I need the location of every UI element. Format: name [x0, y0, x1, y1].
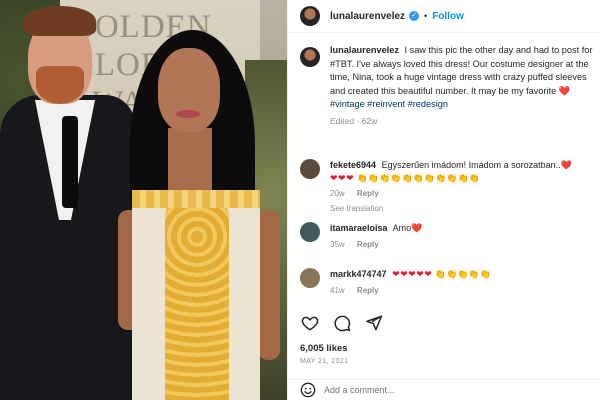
add-comment-bar [288, 379, 600, 400]
comment-item: markk474747 ❤❤❤❤❤ 👏👏👏👏👏 41w Reply [300, 268, 600, 297]
likes-count[interactable]: 6,005 likes [300, 343, 348, 354]
comment-username[interactable]: itamaraeloisa [330, 223, 388, 233]
post-side-pane: lunalaurenvelez ✓ • Follow lunalaurenvel… [287, 0, 600, 400]
caption-avatar[interactable] [300, 47, 320, 67]
reply-button[interactable]: Reply [357, 189, 379, 198]
comment-body: itamaraeloisa Amo❤️ 35w Reply [330, 222, 600, 251]
comment-text: Amo❤️ [392, 223, 423, 233]
reply-button[interactable]: Reply [357, 240, 379, 249]
caption-heart: ❤️ [558, 85, 571, 96]
comment-meta: 35w Reply [330, 239, 600, 252]
caption-meta: Edited · 62w [330, 115, 378, 126]
comment-body: markk474747 ❤❤❤❤❤ 👏👏👏👏👏 41w Reply [330, 268, 600, 297]
post-date: MAY 21, 2021 [300, 358, 349, 365]
follow-button[interactable]: Follow [432, 11, 464, 22]
comment-avatar[interactable] [300, 159, 320, 179]
caption-hashtags[interactable]: #vintage #reinvent #redesign [330, 98, 600, 112]
man-tie [62, 116, 78, 208]
comment-emoji-hearts: ❤❤❤ [330, 172, 355, 183]
comment-avatar[interactable] [300, 268, 320, 288]
comment-item: itamaraeloisa Amo❤️ 35w Reply [300, 222, 600, 251]
see-translation-link[interactable]: See translation [330, 203, 600, 216]
post-header: lunalaurenvelez ✓ • Follow [288, 0, 600, 33]
comment-username[interactable]: markk474747 [330, 269, 387, 279]
comment-emoji-hands: 👏👏👏👏👏 [434, 269, 491, 279]
comment-text: Egyszerűen imádom! Imádom a sorozatban..… [381, 160, 572, 170]
add-comment-input[interactable] [324, 385, 584, 395]
post-photo[interactable]: GOLDEN GLOBE AWARDS [0, 0, 287, 400]
header-username[interactable]: lunalaurenvelez [330, 11, 405, 22]
comment-item: fekete6944 Egyszerűen imádom! Imádom a s… [300, 159, 600, 215]
reply-button[interactable]: Reply [357, 286, 379, 295]
emoji-smile-icon[interactable] [300, 382, 316, 398]
woman-lips [176, 110, 200, 118]
action-bar [300, 312, 600, 334]
comment-time: 20w [330, 189, 345, 198]
comment-time: 41w [330, 285, 345, 295]
comment-username[interactable]: fekete6944 [330, 160, 376, 170]
woman-face [158, 48, 220, 132]
dress-gold-embroidery [165, 196, 229, 400]
comment-avatar[interactable] [300, 222, 320, 242]
comment-meta: 20w Reply [330, 188, 600, 201]
separator-dot: • [424, 11, 428, 21]
heart-outline-icon[interactable] [300, 313, 320, 333]
dress-bodice-trim [132, 190, 260, 208]
caption-username[interactable]: lunalaurenvelez [330, 45, 399, 55]
comment-emoji-hands: 👏👏👏👏👏👏👏👏👏👏👏 [356, 172, 480, 183]
woman-neck [168, 128, 212, 194]
man-beard [36, 66, 84, 104]
avatar[interactable] [300, 6, 320, 26]
comment-time: 35w [330, 239, 345, 249]
paper-plane-icon[interactable] [364, 313, 384, 333]
woman-arm-right [258, 210, 280, 360]
comment-body: fekete6944 Egyszerűen imádom! Imádom a s… [330, 159, 600, 215]
comment-meta: 41w Reply [330, 285, 600, 298]
comment-emoji-hearts: ❤❤❤❤❤ [392, 269, 433, 279]
comment-bubble-icon[interactable] [332, 313, 352, 333]
man-hair [24, 6, 96, 36]
caption-body: lunalaurenvelez I saw this pic the other… [330, 44, 600, 128]
post-caption: lunalaurenvelez I saw this pic the other… [300, 44, 600, 128]
verified-badge-icon: ✓ [409, 11, 420, 21]
